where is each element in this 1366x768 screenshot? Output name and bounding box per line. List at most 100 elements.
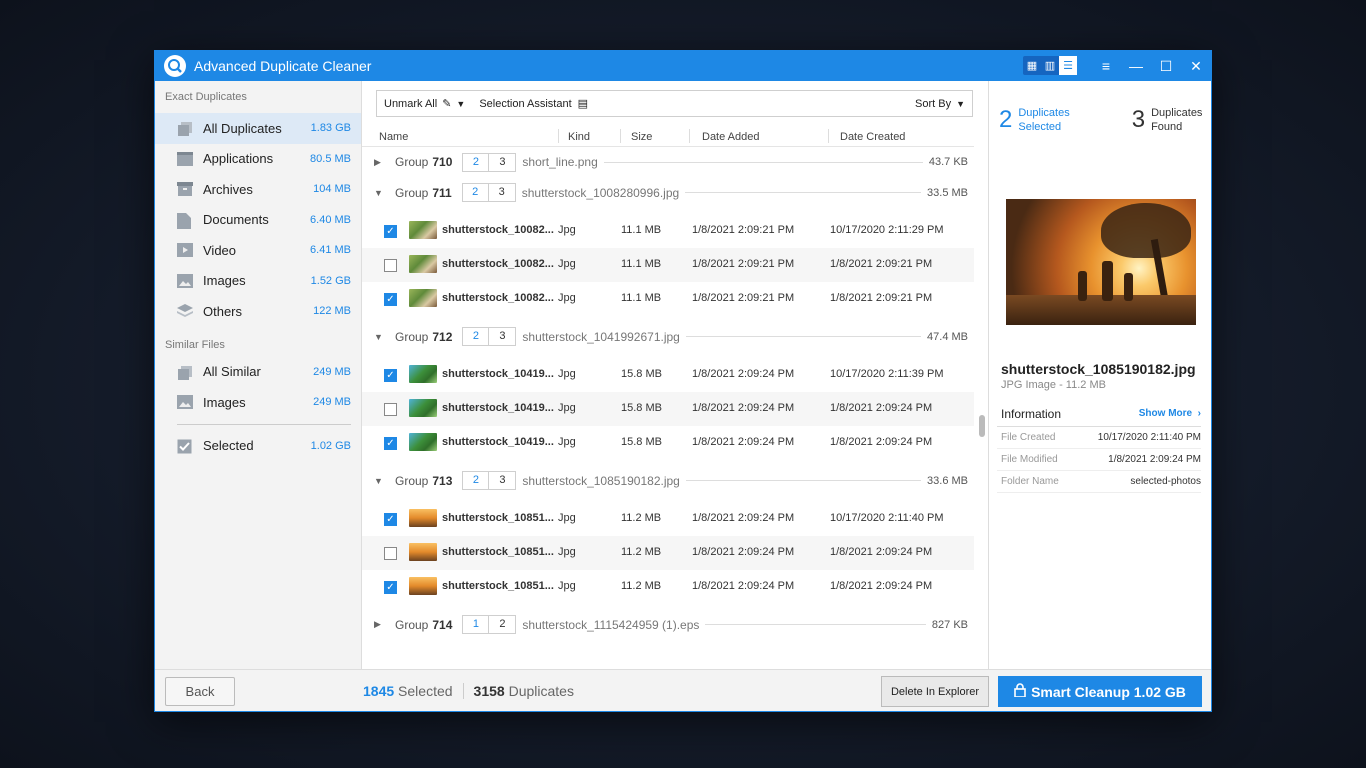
checkbox-icon xyxy=(177,439,193,454)
file-date-created: 1/8/2021 2:09:21 PM xyxy=(830,258,933,270)
file-size: 11.1 MB xyxy=(621,258,662,270)
file-checkbox[interactable]: ✓ xyxy=(384,437,397,450)
image-icon xyxy=(177,395,193,410)
list-view-icon[interactable]: ☰ xyxy=(1059,56,1077,75)
file-row[interactable]: ✓ shutterstock_10851... Jpg 11.2 MB 1/8/2021… xyxy=(362,502,974,536)
file-row[interactable]: shutterstock_10419... Jpg 15.8 MB 1/8/2021 … xyxy=(362,392,974,426)
sidebar-item-images[interactable]: Images 249 MB xyxy=(155,387,361,418)
file-checkbox[interactable] xyxy=(384,259,397,272)
selected-count: 2 xyxy=(999,106,1013,133)
similar-files-header: Similar Files xyxy=(165,338,225,351)
file-size: 15.8 MB xyxy=(621,436,662,448)
file-kind: Jpg xyxy=(558,580,576,592)
file-checkbox[interactable]: ✓ xyxy=(384,581,397,594)
title-bar[interactable]: Advanced Duplicate Cleaner ▦ ▥ ☰ ≡ — ☐ ✕ xyxy=(155,51,1211,81)
scrollbar-thumb[interactable] xyxy=(979,415,985,437)
file-row[interactable]: ✓ shutterstock_10419... Jpg 15.8 MB 1/8/2021… xyxy=(362,358,974,392)
smart-cleanup-button[interactable]: Smart Cleanup 1.02 GB xyxy=(998,676,1202,707)
chevron-down-icon[interactable]: ▼ xyxy=(374,476,386,486)
preview-file-meta: JPG Image - 11.2 MB xyxy=(1001,379,1106,391)
unmark-all-label: Unmark All xyxy=(384,97,438,110)
sidebar-item-images[interactable]: Images 1.52 GB xyxy=(155,266,361,297)
found-count: 3 xyxy=(1131,106,1146,133)
file-row[interactable]: ✓ shutterstock_10082... Jpg 11.1 MB 1/8/2021… xyxy=(362,282,974,316)
group-separator-line xyxy=(685,480,922,481)
delete-in-explorer-button[interactable]: Delete In Explorer xyxy=(881,676,989,707)
file-kind: Jpg xyxy=(558,292,576,304)
sidebar-item-selected[interactable]: Selected 1.02 GB xyxy=(155,431,361,462)
file-kind: Jpg xyxy=(558,436,576,448)
close-icon[interactable]: ✕ xyxy=(1181,51,1211,81)
file-checkbox[interactable] xyxy=(384,547,397,560)
group-separator-line xyxy=(685,192,922,193)
chevron-right-icon[interactable]: ▶ xyxy=(374,157,386,168)
column-kind[interactable]: Kind xyxy=(568,131,590,143)
file-date-added: 1/8/2021 2:09:24 PM xyxy=(692,546,795,558)
unmark-all-button[interactable]: Unmark All ✎ ▼ xyxy=(377,91,472,116)
maximize-icon[interactable]: ☐ xyxy=(1151,51,1181,81)
group-row[interactable]: ▶ Group 714 1 2 shutterstock_1115424959 (1).e… xyxy=(362,609,974,640)
file-size: 11.2 MB xyxy=(621,546,662,558)
grid-view-icon[interactable]: ▦ xyxy=(1023,56,1041,75)
show-more-link[interactable]: Show More › xyxy=(1139,408,1201,419)
sort-by-dropdown[interactable]: Sort By ▼ xyxy=(908,91,972,116)
file-checkbox[interactable]: ✓ xyxy=(384,513,397,526)
info-row: File Created 10/17/2020 2:11:40 PM xyxy=(997,427,1201,449)
chevron-down-icon[interactable]: ▼ xyxy=(374,188,386,198)
file-size: 15.8 MB xyxy=(621,368,662,380)
file-checkbox[interactable]: ✓ xyxy=(384,225,397,238)
column-size[interactable]: Size xyxy=(631,131,652,143)
sidebar-item-video[interactable]: Video 6.41 MB xyxy=(155,235,361,266)
info-value: 10/17/2020 2:11:40 PM xyxy=(1097,432,1201,443)
list-scrollbar[interactable] xyxy=(979,147,985,669)
info-value: 1/8/2021 2:09:24 PM xyxy=(1108,454,1201,465)
sidebar-item-all-similar[interactable]: All Similar 249 MB xyxy=(155,357,361,388)
group-row[interactable]: ▼ Group 712 2 3 shutterstock_1041992671.jpg 47… xyxy=(362,321,974,352)
column-date-created[interactable]: Date Created xyxy=(840,131,905,143)
file-size: 11.2 MB xyxy=(621,580,662,592)
file-row[interactable]: ✓ shutterstock_10851... Jpg 11.2 MB 1/8/2021… xyxy=(362,570,974,604)
exact-duplicates-header: Exact Duplicates xyxy=(165,91,247,103)
group-row[interactable]: ▼ Group 713 2 3 shutterstock_1085190182.jpg 33… xyxy=(362,465,974,496)
info-key: File Modified xyxy=(1001,454,1058,465)
group-separator-line xyxy=(603,161,923,163)
file-row[interactable]: shutterstock_10851... Jpg 11.2 MB 1/8/2021 … xyxy=(362,536,974,570)
group-file-name: shutterstock_1041992671.jpg xyxy=(522,329,680,344)
selection-assistant-button[interactable]: Selection Assistant ▤ xyxy=(472,91,595,116)
column-date-added[interactable]: Date Added xyxy=(702,131,760,143)
sidebar-item-all-duplicates[interactable]: All Duplicates 1.83 GB xyxy=(155,113,361,144)
file-checkbox[interactable]: ✓ xyxy=(384,369,397,382)
file-date-added: 1/8/2021 2:09:24 PM xyxy=(692,512,795,524)
file-row[interactable]: ✓ shutterstock_10082... Jpg 11.1 MB 1/8/2021… xyxy=(362,214,974,248)
compact-view-icon[interactable]: ▥ xyxy=(1041,56,1059,75)
group-row[interactable]: ▶ Group 710 2 3 short_line.png 43.7 KB xyxy=(362,147,974,177)
column-name[interactable]: Name xyxy=(379,131,408,143)
sidebar-item-size: 249 MB xyxy=(313,396,351,409)
group-label: Group xyxy=(395,473,429,488)
group-label: Group xyxy=(395,329,429,344)
sidebar-item-documents[interactable]: Documents 6.40 MB xyxy=(155,205,361,236)
back-button[interactable]: Back xyxy=(165,677,235,706)
menu-icon[interactable]: ≡ xyxy=(1091,51,1121,81)
sidebar-item-others[interactable]: Others 122 MB xyxy=(155,296,361,327)
layers-icon xyxy=(177,304,193,318)
file-date-created: 1/8/2021 2:09:21 PM xyxy=(830,292,933,304)
application-icon xyxy=(177,151,193,166)
minimize-icon[interactable]: — xyxy=(1121,51,1151,81)
sidebar-item-applications[interactable]: Applications 80.5 MB xyxy=(155,144,361,175)
chevron-down-icon[interactable]: ▼ xyxy=(374,332,386,342)
details-panel: 2 Duplicates Selected 3 Duplicates Found xyxy=(988,81,1211,669)
file-checkbox[interactable]: ✓ xyxy=(384,293,397,306)
lock-icon xyxy=(1014,683,1026,700)
file-checkbox[interactable] xyxy=(384,403,397,416)
file-thumbnail xyxy=(409,399,437,417)
group-row[interactable]: ▼ Group 711 2 3 shutterstock_1008280996.jpg 33… xyxy=(362,177,974,208)
file-row[interactable]: ✓ shutterstock_10419... Jpg 15.8 MB 1/8/2021… xyxy=(362,426,974,460)
sidebar-item-label: Images xyxy=(203,273,246,289)
sidebar-item-archives[interactable]: Archives 104 MB xyxy=(155,174,361,205)
chevron-down-icon[interactable]: ▼ xyxy=(456,99,465,109)
file-row[interactable]: shutterstock_10082... Jpg 11.1 MB 1/8/2021 … xyxy=(362,248,974,282)
file-size: 11.1 MB xyxy=(621,292,662,304)
chevron-right-icon[interactable]: ▶ xyxy=(374,619,386,630)
